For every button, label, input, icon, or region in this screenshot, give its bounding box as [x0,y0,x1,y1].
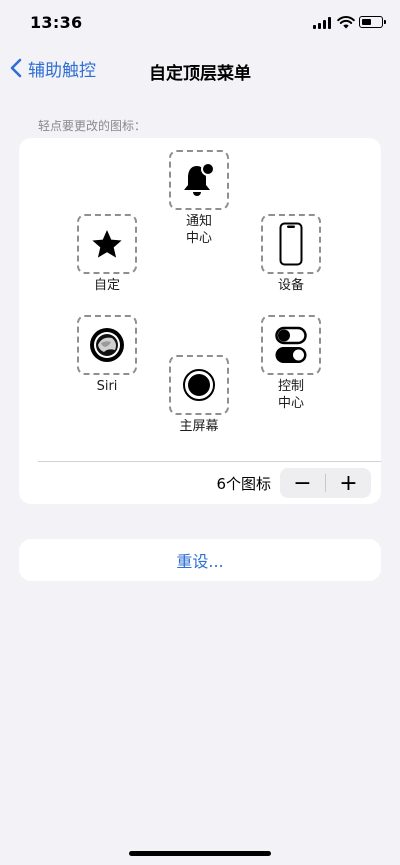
decrement-button[interactable]: − [280,468,325,498]
home-slot[interactable] [169,355,229,415]
cellular-signal-icon [313,17,331,29]
home-button-icon [183,369,215,401]
battery-icon [359,16,386,28]
tile-label: 设备 [277,278,304,293]
tile-siri: Siri [77,315,137,395]
icon-count-label: 6个图标 [216,475,271,493]
navigation-bar: 辅助触控 自定顶层菜单 [0,48,400,88]
increment-button[interactable]: + [326,468,371,498]
siri-slot[interactable] [77,315,137,375]
reset-label: 重设... [176,552,224,571]
tile-custom: 自定 [77,214,137,294]
iphone-icon [279,222,303,266]
reset-button[interactable]: 重设... [19,539,381,581]
tile-label: 自定 [93,278,120,293]
custom-slot[interactable] [77,214,137,274]
back-label: 辅助触控 [28,60,96,81]
siri-icon [90,328,124,362]
tile-label: Siri [96,379,118,394]
back-button[interactable]: 辅助触控 [10,54,96,82]
control-center-slot[interactable] [261,315,321,375]
notification-center-slot[interactable] [169,150,229,210]
section-caption: 轻点要更改的图标： [38,119,147,133]
wifi-icon [337,16,355,29]
status-bar: 13:36 [0,0,400,44]
home-indicator [129,851,271,856]
tile-control-center: 控制 中心 [261,315,321,412]
star-icon [92,230,122,258]
tile-device: 设备 [261,214,321,294]
menu-layout-card: 通知 中心 自定 设备 Siri 控制 中心 主屏幕 6个图标 − + [19,138,381,504]
tile-home: 主屏幕 [169,355,229,435]
status-time: 13:36 [30,13,83,32]
bell-icon [184,162,215,196]
tile-label: 通知 中心 [185,214,212,246]
chevron-left-icon [10,58,22,78]
tile-label: 控制 中心 [277,379,304,411]
device-slot[interactable] [261,214,321,274]
toggles-icon [275,326,307,363]
tile-notification-center: 通知 中心 [169,150,229,247]
divider [38,461,381,462]
tile-label: 主屏幕 [179,419,219,434]
icon-count-stepper: − + [280,468,371,498]
